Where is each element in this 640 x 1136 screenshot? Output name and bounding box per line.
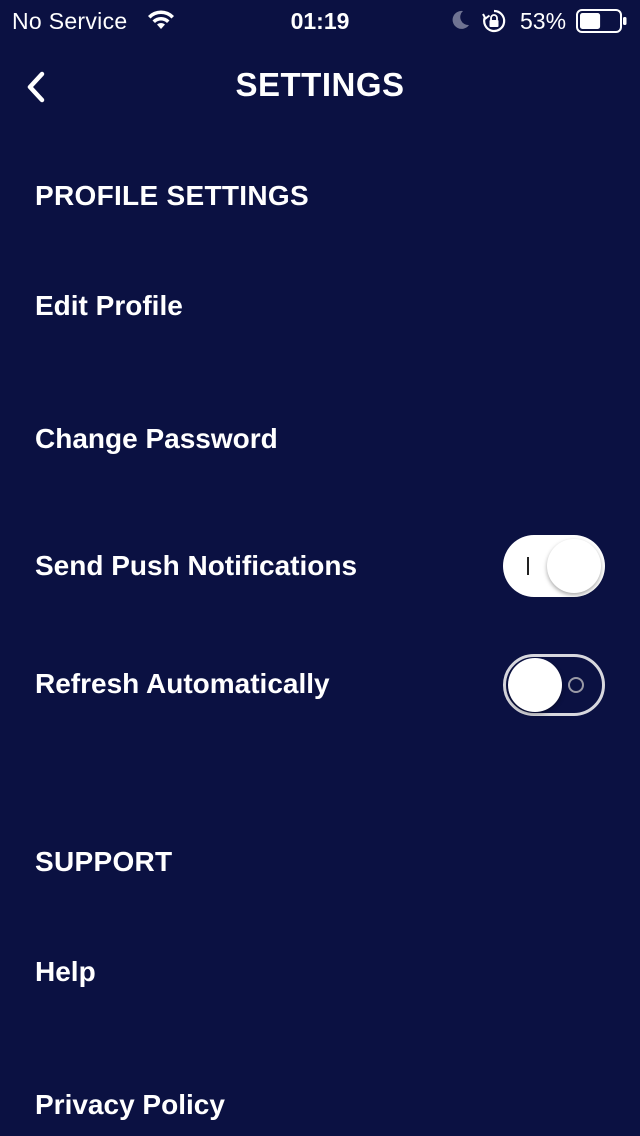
status-bar: No Service 01:19 53%	[0, 0, 640, 40]
edit-profile-row[interactable]: Edit Profile	[0, 270, 640, 350]
privacy-policy-row[interactable]: Privacy Policy	[0, 1069, 640, 1136]
change-password-label: Change Password	[35, 423, 278, 454]
toggle-off-glyph-icon	[568, 677, 584, 693]
push-notifications-row: Send Push Notifications	[0, 530, 640, 602]
edit-profile-label: Edit Profile	[35, 290, 183, 321]
change-password-row[interactable]: Change Password	[0, 403, 640, 483]
help-row[interactable]: Help	[0, 936, 640, 1016]
help-label: Help	[35, 956, 96, 987]
section-header-support: SUPPORT	[35, 846, 173, 877]
push-notifications-toggle[interactable]	[503, 535, 605, 597]
battery-percent-label: 53%	[520, 8, 567, 34]
refresh-automatically-toggle[interactable]	[503, 654, 605, 716]
toggle-knob	[508, 658, 562, 712]
privacy-policy-label: Privacy Policy	[35, 1089, 225, 1120]
moon-icon	[452, 10, 469, 29]
page-title: SETTINGS	[235, 66, 405, 103]
battery-icon	[576, 9, 627, 33]
navigation-bar: SETTINGS	[0, 40, 640, 130]
toggle-on-glyph-icon	[527, 557, 529, 575]
rotation-lock-icon	[482, 9, 506, 33]
refresh-automatically-row: Refresh Automatically	[0, 652, 640, 724]
refresh-automatically-label: Refresh Automatically	[35, 668, 330, 699]
section-header-profile-settings: PROFILE SETTINGS	[35, 180, 309, 211]
push-notifications-label: Send Push Notifications	[35, 550, 358, 581]
toggle-knob	[547, 539, 601, 593]
